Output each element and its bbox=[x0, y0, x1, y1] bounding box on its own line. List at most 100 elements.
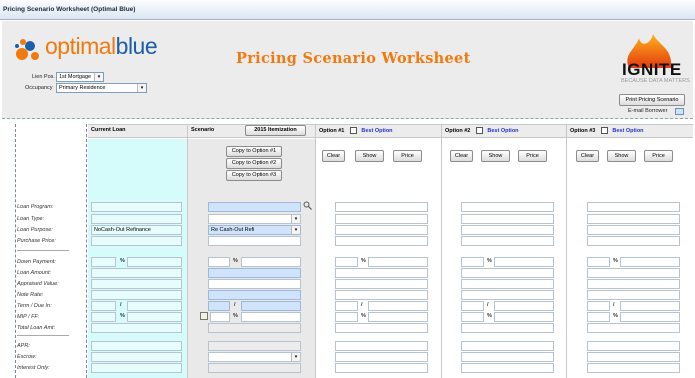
option1-field[interactable] bbox=[335, 236, 428, 246]
scenario-down-pct-input[interactable] bbox=[208, 257, 230, 267]
current-loan-type-input[interactable] bbox=[91, 214, 182, 224]
clear-button-2[interactable]: Clear bbox=[450, 150, 473, 162]
current-due-input[interactable] bbox=[127, 301, 182, 311]
option1-field[interactable] bbox=[335, 225, 428, 235]
scenario-note-rate-input[interactable] bbox=[208, 290, 301, 300]
option2-field[interactable] bbox=[461, 341, 554, 351]
option2-field[interactable] bbox=[461, 225, 554, 235]
current-appraised-input[interactable] bbox=[91, 279, 182, 289]
edit-icon[interactable] bbox=[200, 312, 208, 320]
current-term-input[interactable] bbox=[91, 301, 116, 311]
option2-field[interactable] bbox=[461, 301, 484, 311]
copy-to-option3-button[interactable]: Copy to Option #3 bbox=[226, 170, 282, 181]
option2-field[interactable] bbox=[494, 257, 554, 267]
scenario-loan-purpose-select[interactable]: Re Cash-Out Refi ▾ bbox=[208, 225, 301, 235]
option2-field[interactable] bbox=[461, 214, 554, 224]
scenario-loan-amount-input[interactable] bbox=[208, 268, 301, 278]
scenario-appraised-input[interactable] bbox=[208, 279, 301, 289]
lien-position-select[interactable]: 1st Mortgage ▾ bbox=[56, 72, 104, 82]
clear-button-1[interactable]: Clear bbox=[322, 150, 345, 162]
best-option-checkbox-3[interactable] bbox=[601, 127, 609, 134]
option3-field[interactable] bbox=[587, 225, 680, 235]
copy-to-option1-button[interactable]: Copy to Option #1 bbox=[226, 146, 282, 157]
option1-field[interactable] bbox=[335, 290, 428, 300]
option1-field[interactable] bbox=[335, 352, 428, 362]
current-loan-amount-input[interactable] bbox=[91, 268, 182, 278]
option1-field[interactable] bbox=[335, 257, 358, 267]
current-loan-program-input[interactable] bbox=[91, 202, 182, 212]
option3-field[interactable] bbox=[620, 312, 680, 322]
option3-field[interactable] bbox=[620, 301, 680, 311]
print-pricing-scenario-button[interactable]: Print Pricing Scenario bbox=[619, 94, 685, 106]
option1-field[interactable] bbox=[335, 312, 358, 322]
option2-field[interactable] bbox=[461, 323, 554, 333]
option2-field[interactable] bbox=[461, 312, 484, 322]
current-down-pct-input[interactable] bbox=[91, 257, 116, 267]
option3-field[interactable] bbox=[587, 257, 610, 267]
current-loan-purpose-input[interactable]: NoCash-Out Refinance bbox=[91, 225, 182, 235]
option2-field[interactable] bbox=[461, 363, 554, 373]
option1-field[interactable] bbox=[335, 268, 428, 278]
scenario-loan-program-input[interactable] bbox=[208, 202, 301, 212]
option2-field[interactable] bbox=[461, 352, 554, 362]
current-escrow-input[interactable] bbox=[91, 352, 182, 362]
best-option-checkbox-2[interactable] bbox=[476, 127, 484, 134]
scenario-purchase-price-input[interactable] bbox=[208, 236, 301, 246]
option2-field[interactable] bbox=[461, 257, 484, 267]
best-option-link-2[interactable]: Best Option bbox=[487, 128, 518, 134]
price-button-3[interactable]: Price bbox=[644, 150, 673, 162]
option1-field[interactable] bbox=[335, 202, 428, 212]
option3-field[interactable] bbox=[587, 236, 680, 246]
scenario-down-amt-input[interactable] bbox=[241, 257, 301, 267]
show-button-2[interactable]: Show bbox=[481, 150, 510, 162]
option3-field[interactable] bbox=[587, 352, 680, 362]
option2-field[interactable] bbox=[461, 202, 554, 212]
option3-field[interactable] bbox=[587, 279, 680, 289]
option3-field[interactable] bbox=[587, 341, 680, 351]
option3-field[interactable] bbox=[587, 290, 680, 300]
option1-field[interactable] bbox=[368, 301, 428, 311]
show-button-3[interactable]: Show bbox=[607, 150, 636, 162]
option2-field[interactable] bbox=[494, 312, 554, 322]
current-interest-only-input[interactable] bbox=[91, 363, 182, 373]
show-button-1[interactable]: Show bbox=[355, 150, 384, 162]
option1-field[interactable] bbox=[335, 341, 428, 351]
best-option-link-3[interactable]: Best Option bbox=[612, 128, 643, 134]
option3-field[interactable] bbox=[587, 214, 680, 224]
scenario-due-input[interactable] bbox=[241, 301, 301, 311]
clear-button-3[interactable]: Clear bbox=[576, 150, 599, 162]
itemization-button[interactable]: 2015 Itemization bbox=[245, 125, 306, 136]
search-icon[interactable] bbox=[303, 201, 312, 210]
option1-field[interactable] bbox=[368, 257, 428, 267]
option1-field[interactable] bbox=[335, 279, 428, 289]
option3-field[interactable] bbox=[587, 363, 680, 373]
best-option-link-1[interactable]: Best Option bbox=[361, 128, 392, 134]
price-button-2[interactable]: Price bbox=[518, 150, 547, 162]
scenario-loan-type-select[interactable]: ▾ bbox=[208, 214, 301, 224]
current-total-loan-input[interactable] bbox=[91, 323, 182, 333]
option1-field[interactable] bbox=[335, 301, 358, 311]
option3-field[interactable] bbox=[587, 323, 680, 333]
best-option-checkbox-1[interactable] bbox=[350, 127, 358, 134]
option3-field[interactable] bbox=[587, 202, 680, 212]
option2-field[interactable] bbox=[461, 236, 554, 246]
option2-field[interactable] bbox=[461, 290, 554, 300]
scenario-ff-input[interactable] bbox=[241, 312, 301, 322]
email-icon[interactable] bbox=[675, 108, 684, 115]
copy-to-option2-button[interactable]: Copy to Option #2 bbox=[226, 158, 282, 169]
option1-field[interactable] bbox=[335, 323, 428, 333]
current-purchase-price-input[interactable] bbox=[91, 236, 182, 246]
option1-field[interactable] bbox=[368, 312, 428, 322]
scenario-term-input[interactable] bbox=[208, 301, 230, 311]
option3-field[interactable] bbox=[620, 257, 680, 267]
current-mip-input[interactable] bbox=[91, 312, 116, 322]
option2-field[interactable] bbox=[461, 279, 554, 289]
option1-field[interactable] bbox=[335, 363, 428, 373]
current-ff-input[interactable] bbox=[127, 312, 182, 322]
current-apr-input[interactable] bbox=[91, 341, 182, 351]
scenario-mip-input[interactable] bbox=[210, 312, 230, 322]
option3-field[interactable] bbox=[587, 268, 680, 278]
option3-field[interactable] bbox=[587, 312, 610, 322]
current-down-amt-input[interactable] bbox=[127, 257, 182, 267]
current-note-rate-input[interactable] bbox=[91, 290, 182, 300]
